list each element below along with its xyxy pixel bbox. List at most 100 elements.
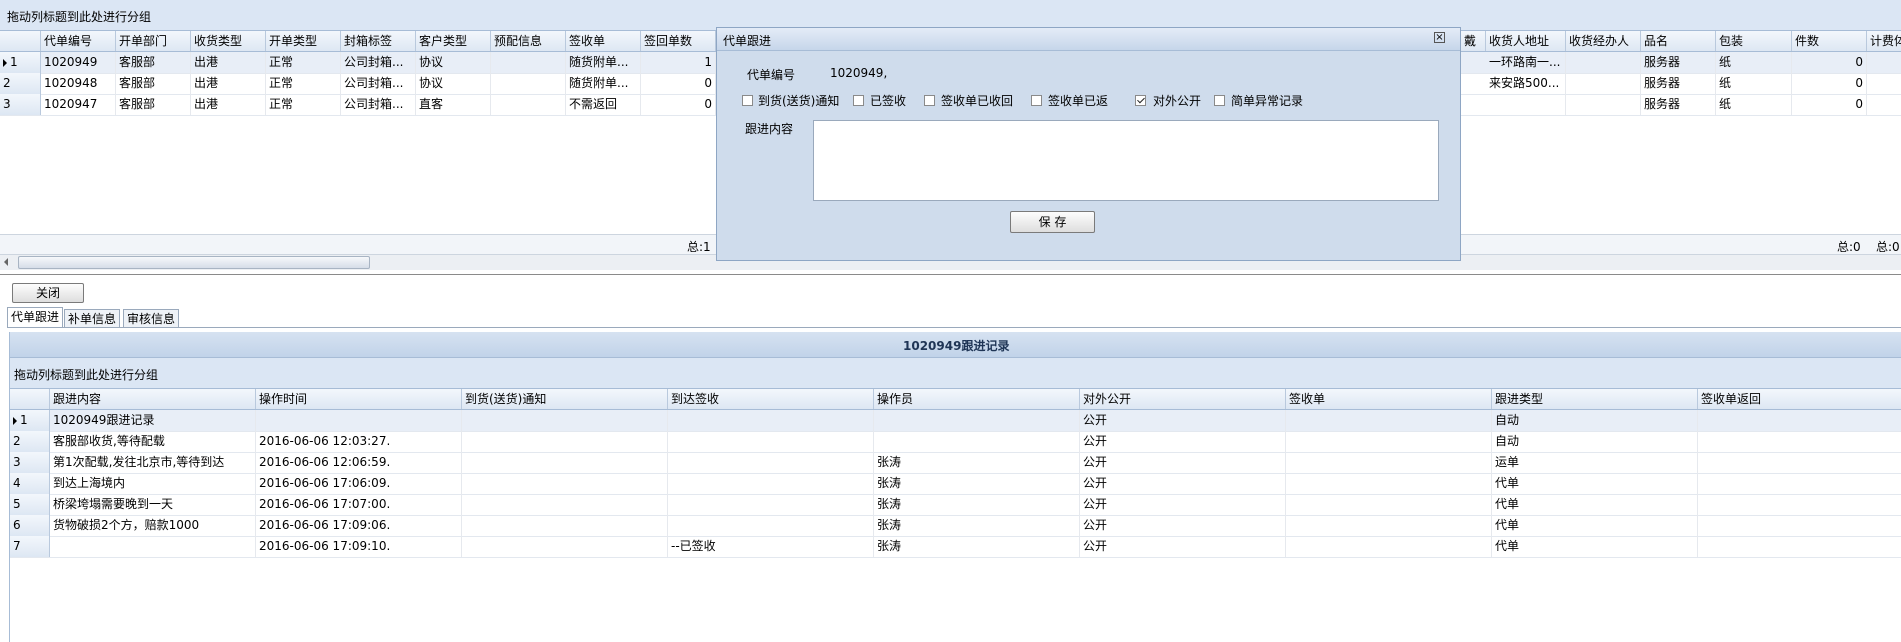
col-header[interactable]: 操作员 <box>874 389 1080 409</box>
cell[interactable] <box>1286 536 1492 557</box>
checkbox-simple-exception[interactable] <box>1214 95 1225 106</box>
col-header[interactable]: 收货人地址 <box>1486 31 1566 51</box>
cell[interactable]: 1020947 <box>41 94 116 115</box>
table-row[interactable]: 7 2016-06-06 17:09:10. --已签收 张涛 公开 代单 <box>10 536 1901 558</box>
cell[interactable]: 正常 <box>266 73 341 94</box>
cell[interactable]: 张涛 <box>874 536 1080 557</box>
cell[interactable]: 协议 <box>416 73 491 94</box>
cell[interactable] <box>1698 494 1901 515</box>
cell[interactable]: 客服部 <box>116 52 191 73</box>
cell[interactable] <box>1566 52 1641 73</box>
cell[interactable]: 2016-06-06 17:09:10. <box>256 536 462 557</box>
cell[interactable] <box>256 410 462 431</box>
col-header[interactable]: 收货类型 <box>191 31 266 51</box>
cell[interactable]: 自动 <box>1492 431 1698 452</box>
cell[interactable]: 1020949跟进记录 <box>50 410 256 431</box>
cell[interactable]: 运单 <box>1492 452 1698 473</box>
cell[interactable]: 客服部收货,等待配载 <box>50 431 256 452</box>
col-header[interactable]: 对外公开 <box>1080 389 1286 409</box>
cell[interactable]: 公开 <box>1080 536 1286 557</box>
splitter[interactable] <box>0 274 1901 280</box>
cell[interactable] <box>1286 494 1492 515</box>
cell[interactable] <box>462 431 668 452</box>
cell[interactable]: 出港 <box>191 94 266 115</box>
cell[interactable] <box>1566 94 1641 115</box>
cell[interactable]: 张涛 <box>874 473 1080 494</box>
col-header[interactable]: 操作时间 <box>256 389 462 409</box>
cell[interactable] <box>462 494 668 515</box>
cell[interactable]: 正常 <box>266 52 341 73</box>
cell[interactable] <box>668 452 874 473</box>
col-header[interactable]: 签收单 <box>1286 389 1492 409</box>
tab-audit[interactable]: 审核信息 <box>123 309 180 328</box>
cell[interactable]: 2016-06-06 17:07:00. <box>256 494 462 515</box>
cell[interactable] <box>1286 431 1492 452</box>
col-header[interactable]: 收货经办人 <box>1566 31 1641 51</box>
dialog-titlebar[interactable]: 代单跟进 × <box>717 28 1460 51</box>
cell[interactable] <box>462 536 668 557</box>
cell[interactable]: 公开 <box>1080 494 1286 515</box>
cell[interactable] <box>874 410 1080 431</box>
cell[interactable]: 服务器 <box>1641 52 1716 73</box>
col-header[interactable]: 开单部门 <box>116 31 191 51</box>
save-button[interactable]: 保 存 <box>1010 211 1095 233</box>
cell[interactable]: 协议 <box>416 52 491 73</box>
col-header[interactable]: 计费体 <box>1867 31 1901 51</box>
cell[interactable] <box>491 94 566 115</box>
col-header[interactable]: 开单类型 <box>266 31 341 51</box>
scrollbar-thumb[interactable] <box>18 256 370 269</box>
cell[interactable]: 自动 <box>1492 410 1698 431</box>
cell[interactable] <box>491 73 566 94</box>
cell[interactable] <box>462 410 668 431</box>
col-header[interactable]: 签回单数 <box>641 31 716 51</box>
cell[interactable] <box>1566 73 1641 94</box>
cell[interactable]: 0 <box>641 94 716 115</box>
cell[interactable]: 2016-06-06 17:06:09. <box>256 473 462 494</box>
cell[interactable]: 出港 <box>191 73 266 94</box>
cell[interactable]: 出港 <box>191 52 266 73</box>
cell[interactable]: 服务器 <box>1641 94 1716 115</box>
cell[interactable]: 桥梁垮塌需要晚到一天 <box>50 494 256 515</box>
table-row[interactable]: 5 桥梁垮塌需要晚到一天 2016-06-06 17:07:00. 张涛 公开 代单 <box>10 494 1901 516</box>
cell[interactable] <box>462 473 668 494</box>
cell[interactable]: 张涛 <box>874 494 1080 515</box>
cell[interactable]: 公开 <box>1080 410 1286 431</box>
close-button[interactable]: 关闭 <box>12 283 84 303</box>
cell[interactable]: 纸 <box>1716 52 1792 73</box>
cell[interactable]: 直客 <box>416 94 491 115</box>
cell[interactable]: 公司封箱... <box>341 94 416 115</box>
cell[interactable] <box>462 515 668 536</box>
cell[interactable]: 张涛 <box>874 452 1080 473</box>
cell[interactable]: 0 <box>641 73 716 94</box>
col-header-partial[interactable]: 戴 <box>1461 31 1486 51</box>
table-row[interactable]: 3 第1次配载,发往北京市,等待到达 2016-06-06 12:06:59. 张涛公… <box>10 452 1901 474</box>
col-header[interactable]: 封箱标签 <box>341 31 416 51</box>
col-header[interactable]: 品名 <box>1641 31 1716 51</box>
checkbox-arrival-notice[interactable] <box>742 95 753 106</box>
tab-followup[interactable]: 代单跟进 <box>7 307 64 328</box>
cell[interactable]: 公司封箱... <box>341 52 416 73</box>
cell[interactable] <box>491 52 566 73</box>
col-header[interactable]: 签收单 <box>566 31 641 51</box>
cell[interactable]: 1020949 <box>41 52 116 73</box>
table-row[interactable]: 6 货物破损2个方，赔款1000 2016-06-06 17:09:06. 张涛 公开 代… <box>10 515 1901 537</box>
col-header[interactable]: 预配信息 <box>491 31 566 51</box>
cell[interactable]: 公开 <box>1080 515 1286 536</box>
cell[interactable]: 正常 <box>266 94 341 115</box>
close-icon[interactable]: × <box>1434 32 1445 43</box>
col-header[interactable]: 客户类型 <box>416 31 491 51</box>
cell[interactable]: 2016-06-06 12:06:59. <box>256 452 462 473</box>
cell[interactable] <box>1698 431 1901 452</box>
cell[interactable] <box>668 494 874 515</box>
cell[interactable]: 1 <box>641 52 716 73</box>
cell[interactable] <box>1286 473 1492 494</box>
cell[interactable]: 公开 <box>1080 473 1286 494</box>
col-header[interactable]: 到货(送货)通知 <box>462 389 668 409</box>
cell[interactable]: 0 <box>1792 73 1867 94</box>
cell[interactable]: 到达上海境内 <box>50 473 256 494</box>
cell[interactable] <box>1698 473 1901 494</box>
cell[interactable]: 一环路南一... <box>1486 52 1566 73</box>
cell[interactable]: 纸 <box>1716 94 1792 115</box>
cell[interactable]: 代单 <box>1492 536 1698 557</box>
cell[interactable] <box>1698 536 1901 557</box>
